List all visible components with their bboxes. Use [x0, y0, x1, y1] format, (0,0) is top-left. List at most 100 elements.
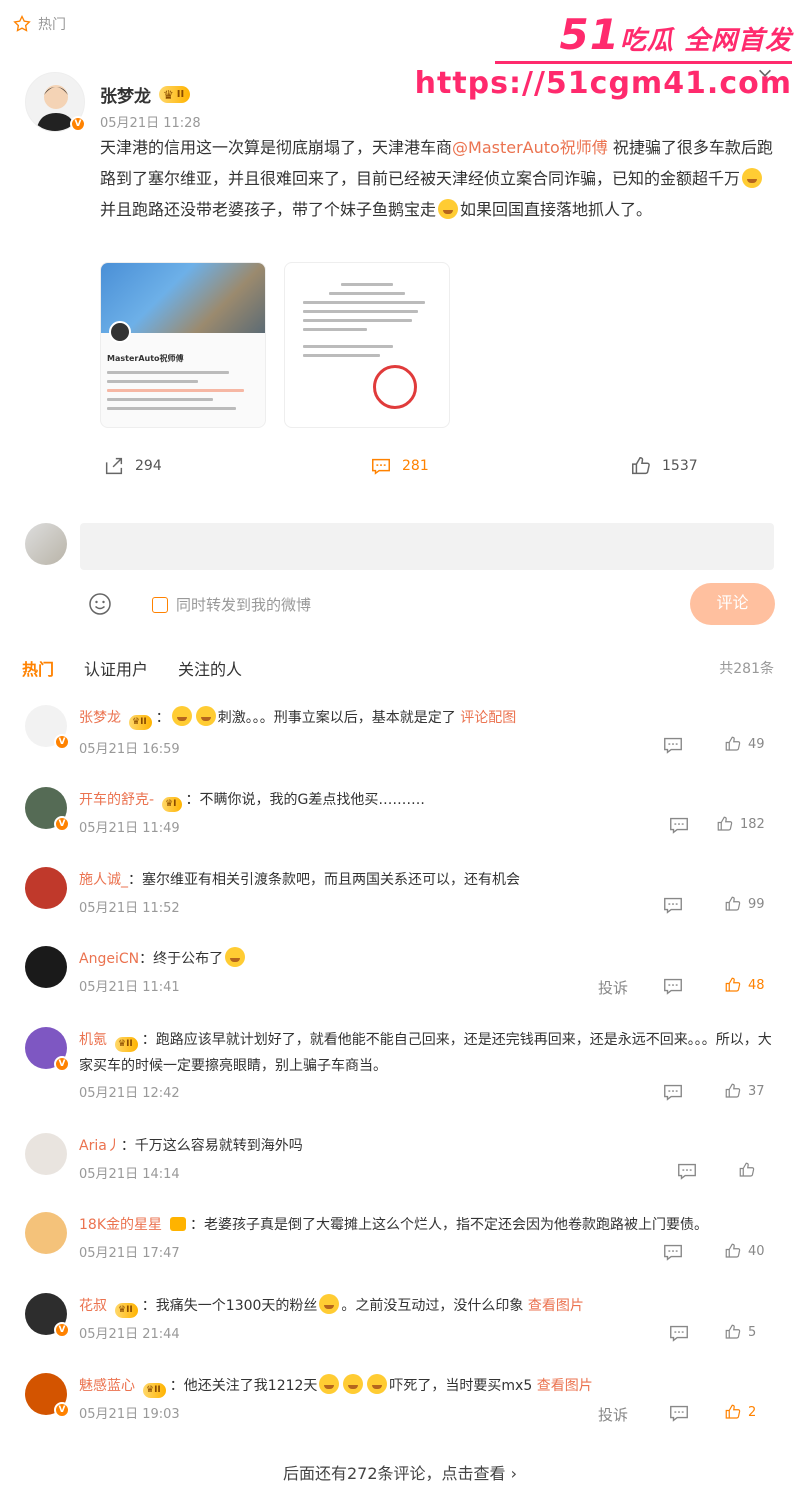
verified-badge-icon: V — [54, 734, 70, 750]
reply-icon[interactable] — [662, 1241, 684, 1263]
forward-button[interactable]: 294 — [103, 455, 162, 477]
red-seal-icon — [373, 365, 417, 409]
comment-time: 05月21日 11:41 — [79, 980, 180, 995]
member-crown-badge: ♛ II — [129, 714, 152, 730]
forward-to-weibo-option[interactable]: 同时转发到我的微博 — [152, 594, 311, 615]
reply-icon[interactable] — [662, 734, 684, 756]
chevron-down-icon[interactable] — [756, 64, 774, 82]
comment-icon — [372, 458, 390, 475]
tab-following[interactable]: 关注的人 — [178, 656, 242, 680]
star-outline-icon — [13, 14, 31, 32]
thumbs-up-icon — [725, 977, 741, 992]
thumbs-up-icon — [725, 1324, 741, 1339]
reply-icon[interactable] — [668, 814, 690, 836]
comment-time: 05月21日 14:14 — [79, 1167, 180, 1182]
post-image-document[interactable] — [284, 262, 450, 428]
commenter-name[interactable]: Aria丿 — [79, 1138, 121, 1154]
commenter-name[interactable]: 花叔 — [79, 1298, 107, 1314]
commenter-avatar[interactable]: V — [25, 787, 70, 832]
reply-icon[interactable] — [662, 975, 684, 997]
comment-like-button[interactable]: 40 — [724, 1242, 765, 1260]
thumbs-up-icon — [725, 1083, 741, 1098]
comment-like-button[interactable]: 37 — [724, 1082, 765, 1100]
forward-checkbox[interactable] — [152, 596, 168, 613]
commenter-avatar[interactable]: V — [25, 705, 70, 750]
comment-button[interactable]: 281 — [370, 455, 429, 477]
emoji-icon — [438, 199, 459, 219]
watermark: 51吃瓜 全网首发 https://51cgm41.com — [415, 10, 792, 101]
comment-tabs: 热门 认证用户 关注的人 — [22, 656, 242, 680]
commenter-avatar[interactable] — [25, 1212, 67, 1254]
commenter-avatar[interactable]: V — [25, 1293, 70, 1338]
emoji-icon — [367, 1374, 388, 1394]
post-image-profile-screenshot[interactable]: MasterAuto祝师傅 — [100, 262, 266, 428]
comment-time: 05月21日 11:49 — [79, 821, 180, 836]
verified-badge-icon: V — [70, 116, 86, 132]
report-button[interactable]: 投诉 — [598, 977, 628, 998]
reply-icon[interactable] — [668, 1402, 690, 1424]
thumbs-up-icon — [725, 736, 741, 751]
reply-icon[interactable] — [668, 1322, 690, 1344]
more-comments-link[interactable]: 后面还有272条评论，点击查看 › — [0, 1460, 800, 1484]
emoji-icon — [195, 706, 216, 726]
comment-like-button[interactable]: 5 — [724, 1323, 756, 1341]
emoji-picker-icon[interactable] — [88, 592, 112, 616]
chevron-right-icon: › — [510, 1464, 518, 1483]
comment-total: 共281条 — [719, 661, 774, 677]
emoji-icon — [343, 1374, 364, 1394]
commenter-name[interactable]: 18K金的星星 — [79, 1217, 162, 1233]
reply-icon[interactable] — [676, 1160, 698, 1182]
emoji-icon — [319, 1374, 340, 1394]
comment-like-button[interactable] — [738, 1161, 762, 1179]
thumbs-up-icon — [725, 896, 741, 911]
comment-text: AngeiCN：终于公布了 — [79, 946, 779, 972]
thumbs-up-icon — [632, 457, 650, 475]
member-crown-badge: ♛ I — [162, 796, 182, 812]
post-time: 05月21日 11:28 — [100, 116, 201, 131]
comment-time: 05月21日 17:47 — [79, 1246, 180, 1261]
commenter-name[interactable]: 魅感蓝心 — [79, 1378, 135, 1394]
commenter-name[interactable]: 施人诚_ — [79, 872, 128, 888]
member-crown-badge: ♛ II — [115, 1302, 138, 1318]
tab-verified-users[interactable]: 认证用户 — [84, 656, 148, 680]
commenter-name[interactable]: 机氪 — [79, 1032, 107, 1048]
view-image-link[interactable]: 评论配图 — [460, 710, 516, 726]
comment-like-button[interactable]: 48 — [718, 970, 765, 1000]
forward-icon — [105, 457, 123, 475]
hot-label: 热门 — [38, 17, 66, 33]
like-button[interactable]: 1537 — [630, 455, 698, 477]
tab-hot[interactable]: 热门 — [22, 656, 54, 680]
author-name[interactable]: 张梦龙 — [100, 82, 151, 107]
emoji-icon — [225, 947, 246, 967]
commenter-name[interactable]: AngeiCN — [79, 951, 139, 967]
comment-time: 05月21日 21:44 — [79, 1327, 180, 1342]
reply-icon[interactable] — [662, 1081, 684, 1103]
author-name-row: 张梦龙 ♛ II — [100, 82, 191, 107]
emoji-icon — [171, 706, 192, 726]
commenter-avatar[interactable]: V — [25, 1027, 70, 1072]
view-image-link[interactable]: 查看图片 — [528, 1298, 584, 1314]
comment-like-button[interactable]: 49 — [724, 735, 765, 753]
mention-link[interactable]: @MasterAuto祝师傅 — [452, 138, 608, 157]
commenter-avatar[interactable] — [25, 867, 67, 909]
view-image-link[interactable]: 查看图片 — [537, 1378, 593, 1394]
commenter-avatar[interactable] — [25, 1133, 67, 1175]
commenter-avatar[interactable]: V — [25, 1373, 70, 1418]
hot-breadcrumb[interactable]: 热门 — [12, 14, 66, 34]
comment-like-button[interactable]: 2 — [718, 1397, 756, 1427]
verified-badge-icon: V — [54, 1402, 70, 1418]
comment-like-button[interactable]: 182 — [716, 815, 765, 833]
comment-text: 张梦龙 ♛ II：刺激。。。刑事立案以后，基本就是定了 评论配图 — [79, 705, 779, 731]
report-button[interactable]: 投诉 — [598, 1404, 628, 1425]
comment-input[interactable] — [80, 523, 774, 570]
submit-comment-button[interactable]: 评论 — [690, 583, 775, 625]
commenter-name[interactable]: 张梦龙 — [79, 710, 121, 726]
comment-like-button[interactable]: 99 — [724, 895, 765, 913]
post-actions: 294 281 1537 — [0, 455, 800, 485]
commenter-avatar[interactable] — [25, 946, 67, 988]
thumbs-up-icon — [725, 1243, 741, 1258]
commenter-name[interactable]: 开车的舒克- — [79, 792, 154, 808]
comment-text: 花叔 ♛ II ：我痛失一个1300天的粉丝 。之前没互动过，没什么印象 查看图片 — [79, 1293, 779, 1319]
watermark-url: https://51cgm41.com — [414, 66, 792, 101]
reply-icon[interactable] — [662, 894, 684, 916]
